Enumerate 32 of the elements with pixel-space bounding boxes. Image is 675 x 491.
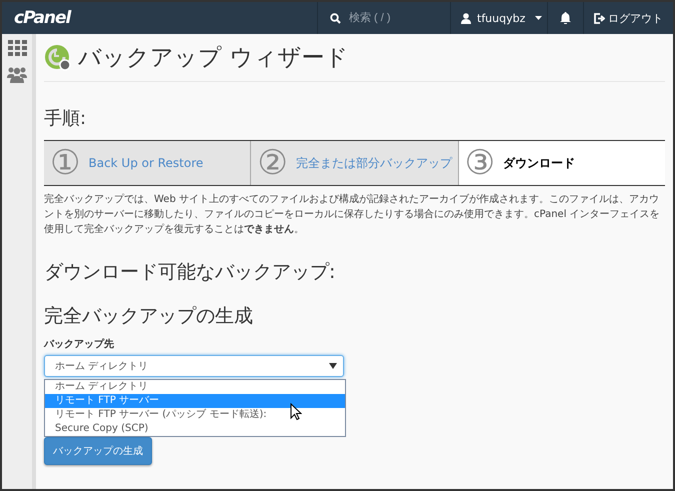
step-number: ② <box>257 146 288 180</box>
downloads-heading: ダウンロード可能なバックアップ: <box>44 260 336 285</box>
logout-button[interactable]: ログアウト <box>583 2 673 34</box>
caret-icon <box>535 16 542 20</box>
steps-heading: 手順: <box>44 107 88 130</box>
search-field[interactable]: 検索 ( / ) <box>347 11 441 25</box>
description-text: 完全バックアップでは、Web サイト上のすべてのファイルおよび構成が記録されたアーカイブが作成されます。このファイルは、アカウントを別のサーバーに移動したり、ファイルのコピーをローカルに保存したりする場合にのみ使用できます。cPanel インターフェイスを使用して完全バックアップを復元することはできません。 <box>44 192 661 237</box>
destination-label: バックアップ先 <box>44 337 115 351</box>
page-title: バックアップ ウィザード <box>78 44 348 73</box>
step-label: Back Up or Restore <box>88 156 204 170</box>
dropdown-option[interactable]: リモート FTP サーバー (パッシブ モード転送): <box>45 408 345 422</box>
users-icon[interactable] <box>7 66 27 83</box>
user-icon <box>461 12 471 24</box>
step-number: ③ <box>464 146 496 180</box>
cpanel-logo[interactable]: cPanel <box>2 2 82 34</box>
dropdown-arrow-icon <box>329 363 337 369</box>
user-menu[interactable]: tfuuqybz <box>450 2 547 34</box>
search-icon <box>330 12 341 24</box>
grid-icon[interactable] <box>8 40 26 56</box>
destination-select[interactable]: ホーム ディレクトリ <box>44 355 344 377</box>
bell-icon[interactable] <box>560 12 571 24</box>
generate-backup-button[interactable]: バックアップの生成 <box>44 437 152 465</box>
dropdown-option[interactable]: Secure Copy (SCP) <box>45 422 345 436</box>
backup-icon <box>44 44 72 72</box>
step-label: ダウンロード <box>503 154 576 172</box>
step-label: 完全または部分バックアップ <box>296 154 452 172</box>
mouse-cursor-icon <box>290 403 302 421</box>
generate-heading: 完全バックアップの生成 <box>44 304 254 329</box>
dropdown-option[interactable]: ホーム ディレクトリ <box>45 380 345 394</box>
step-number: ① <box>50 146 80 180</box>
step-tab[interactable]: ③ ダウンロード <box>458 141 665 185</box>
logout-icon <box>594 12 605 24</box>
